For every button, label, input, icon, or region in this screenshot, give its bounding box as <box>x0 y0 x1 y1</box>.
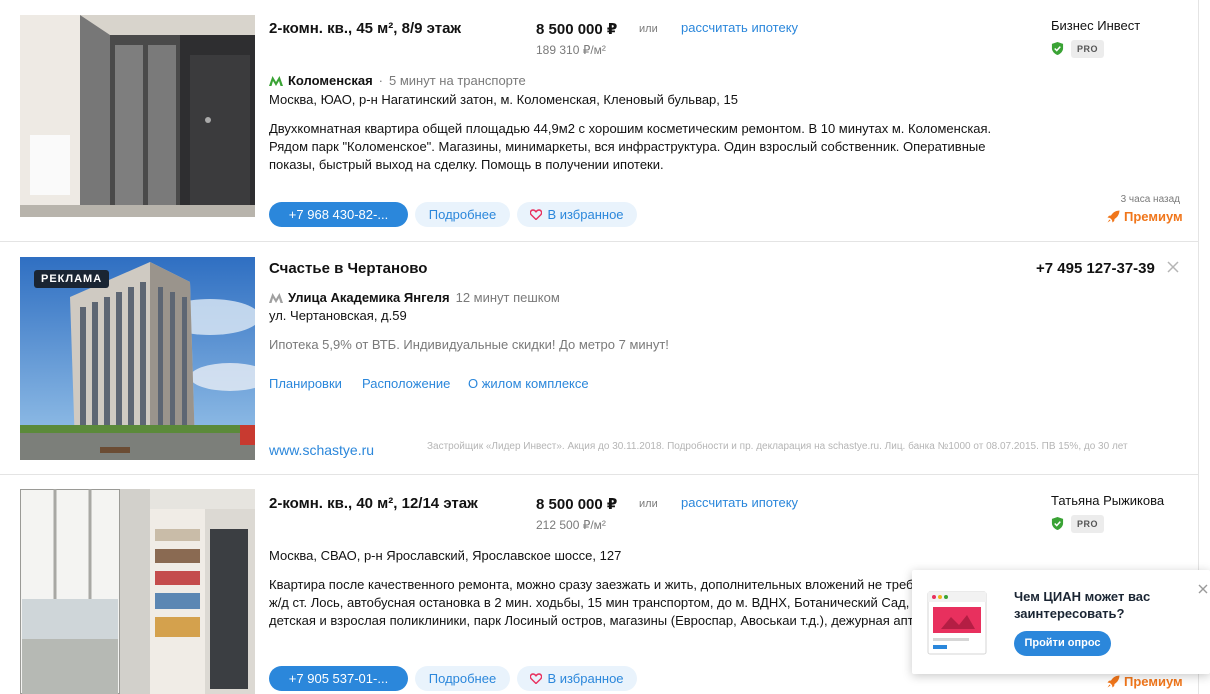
ad-address: ул. Чертановская, д.59 <box>269 308 407 323</box>
offer-card-1[interactable]: 2-комн. кв., 45 м², 8/9 этаж 8 500 000 ₽… <box>0 0 1199 242</box>
premium-text: Премиум <box>1124 674 1183 689</box>
add-favorite-button[interactable]: В избранное <box>517 666 637 691</box>
published-time: 3 часа назад <box>1120 194 1180 205</box>
take-survey-button[interactable]: Пройти опрос <box>1014 631 1111 656</box>
or-label: или <box>639 498 658 510</box>
premium-label: Премиум <box>1107 209 1183 224</box>
pro-badge: PRO <box>1071 40 1105 58</box>
ad-description: Ипотека 5,9% от ВТБ. Индивидуальные скид… <box>269 337 669 352</box>
metro-info: Коломенская · 5 минут на транспорте <box>269 73 526 88</box>
mortgage-calc-link[interactable]: рассчитать ипотеку <box>681 20 798 35</box>
ad-legal-text: Застройщик «Лидер Инвест». Акция до 30.1… <box>427 441 1128 452</box>
heart-icon <box>530 673 543 684</box>
ad-link-location[interactable]: Расположение <box>362 376 450 391</box>
offer-description: Двухкомнатная квартира общей площадью 44… <box>269 121 992 172</box>
rocket-icon <box>1107 210 1120 223</box>
rocket-icon <box>1107 675 1120 688</box>
verified-check-icon <box>1051 42 1064 55</box>
show-phone-button[interactable]: +7 905 537-01-... <box>269 666 408 691</box>
offer-photo[interactable] <box>20 15 255 217</box>
ad-link-layouts[interactable]: Планировки <box>269 376 342 391</box>
metro-station[interactable]: Коломенская <box>288 73 373 88</box>
ad-site-link[interactable]: www.schastye.ru <box>269 442 374 458</box>
ad-badge: РЕКЛАМА <box>34 270 110 288</box>
ad-card[interactable]: РЕКЛАМА Счастье в Чертаново +7 495 127-3… <box>0 242 1199 475</box>
metro-time: 5 минут на транспорте <box>389 73 526 88</box>
hallway-photo-image <box>20 15 255 217</box>
mortgage-calc-link[interactable]: рассчитать ипотеку <box>681 495 798 510</box>
agent-name[interactable]: Татьяна Рыжикова <box>1051 493 1164 508</box>
description-line: ж/д ст. Лось, автобусная остановка в 2 м… <box>269 595 919 610</box>
ad-title[interactable]: Счастье в Чертаново <box>269 260 427 277</box>
survey-title: Чем ЦИАН может вас заинтересовать? <box>1014 589 1151 621</box>
close-icon[interactable] <box>1166 260 1180 274</box>
metro-icon <box>269 292 283 303</box>
premium-label: Премиум <box>1107 674 1183 689</box>
favorite-label: В избранное <box>547 671 624 686</box>
survey-illustration-icon <box>927 591 987 655</box>
add-favorite-button[interactable]: В избранное <box>517 202 637 227</box>
or-label: или <box>639 23 658 35</box>
details-button[interactable]: Подробнее <box>415 666 510 691</box>
offer-price-per-m2: 189 310 ₽/м² <box>536 43 606 57</box>
offer-price: 8 500 000 ₽ <box>536 496 618 513</box>
verified-check-icon <box>1051 517 1064 530</box>
premium-text: Премиум <box>1124 209 1183 224</box>
ad-link-complex[interactable]: О жилом комплексе <box>468 376 589 391</box>
survey-popup[interactable]: Чем ЦИАН может вас заинтересовать? Пройт… <box>912 570 1210 674</box>
offer-price-per-m2: 212 500 ₽/м² <box>536 518 606 532</box>
metro-time: 12 минут пешком <box>455 290 560 305</box>
show-phone-button[interactable]: +7 968 430-82-... <box>269 202 408 227</box>
ad-metro-info: Улица Академика Янгеля 12 минут пешком <box>269 290 560 305</box>
offer-photo[interactable] <box>20 489 255 694</box>
description-line: Квартира после качественного ремонта, мо… <box>269 577 919 592</box>
heart-icon <box>530 209 543 220</box>
details-button[interactable]: Подробнее <box>415 202 510 227</box>
description-line: детская и взрослая поликлиники, парк Лос… <box>269 613 919 628</box>
metro-icon <box>269 75 283 86</box>
close-icon[interactable] <box>1198 584 1208 594</box>
offer-title[interactable]: 2-комн. кв., 45 м², 8/9 этаж <box>269 20 461 37</box>
offer-title[interactable]: 2-комн. кв., 40 м², 12/14 этаж <box>269 495 478 512</box>
ad-phone[interactable]: +7 495 127-37-39 <box>1036 260 1155 277</box>
ad-photo[interactable]: РЕКЛАМА <box>20 257 255 460</box>
agent-name[interactable]: Бизнес Инвест <box>1051 18 1140 33</box>
offer-price: 8 500 000 ₽ <box>536 21 618 38</box>
metro-separator: · <box>378 73 384 88</box>
favorite-label: В избранное <box>547 207 624 222</box>
pro-badge: PRO <box>1071 515 1105 533</box>
balcony-photo-image <box>20 489 255 694</box>
offer-address[interactable]: Москва, ЮАО, р-н Нагатинский затон, м. К… <box>269 92 738 107</box>
offer-description: Квартира после качественного ремонта, мо… <box>269 576 919 630</box>
offer-address[interactable]: Москва, СВАО, р-н Ярославский, Ярославск… <box>269 548 621 563</box>
metro-station[interactable]: Улица Академика Янгеля <box>288 290 450 305</box>
